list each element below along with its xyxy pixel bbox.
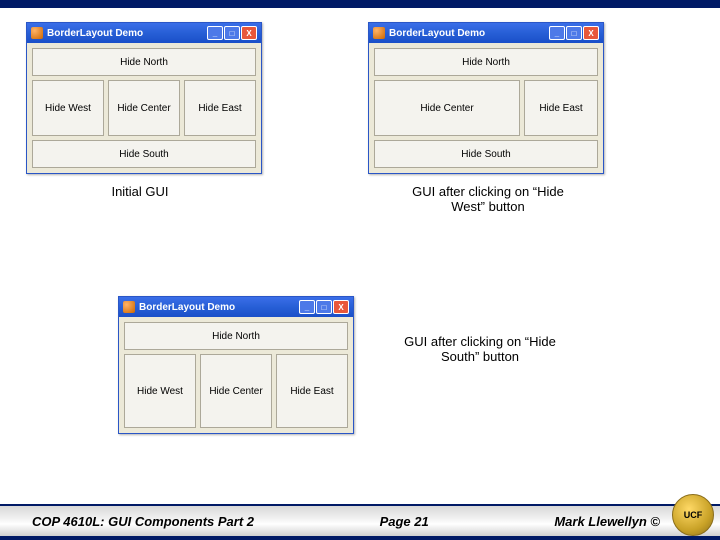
- close-icon[interactable]: X: [583, 26, 599, 40]
- window-controls: _ □ X: [549, 26, 599, 40]
- window-title: BorderLayout Demo: [139, 302, 299, 313]
- hide-center-button[interactable]: Hide Center: [108, 80, 180, 136]
- window-after-hide-west: BorderLayout Demo _ □ X Hide North Hide …: [368, 22, 604, 174]
- java-cup-icon: [123, 301, 135, 313]
- maximize-icon[interactable]: □: [224, 26, 240, 40]
- caption-after-south: GUI after clicking on “Hide South” butto…: [390, 334, 570, 364]
- hide-center-button[interactable]: Hide Center: [200, 354, 272, 428]
- hide-west-button[interactable]: Hide West: [124, 354, 196, 428]
- java-cup-icon: [31, 27, 43, 39]
- titlebar: BorderLayout Demo _ □ X: [27, 23, 261, 43]
- hide-east-button[interactable]: Hide East: [184, 80, 256, 136]
- hide-north-button[interactable]: Hide North: [124, 322, 348, 350]
- hide-west-button[interactable]: Hide West: [32, 80, 104, 136]
- footer-course: COP 4610L: GUI Components Part 2: [32, 514, 254, 529]
- window-controls: _ □ X: [207, 26, 257, 40]
- hide-north-button[interactable]: Hide North: [374, 48, 598, 76]
- logo-text: UCF: [684, 510, 703, 520]
- hide-center-button[interactable]: Hide Center: [374, 80, 520, 136]
- window-controls: _ □ X: [299, 300, 349, 314]
- minimize-icon[interactable]: _: [549, 26, 565, 40]
- client-area: Hide North Hide West Hide Center Hide Ea…: [27, 43, 261, 173]
- hide-east-button[interactable]: Hide East: [524, 80, 598, 136]
- hide-east-button[interactable]: Hide East: [276, 354, 348, 428]
- slide-body: BorderLayout Demo _ □ X Hide North Hide …: [0, 8, 720, 498]
- footer-page: Page 21: [254, 514, 554, 529]
- window-initial: BorderLayout Demo _ □ X Hide North Hide …: [26, 22, 262, 174]
- window-after-hide-south: BorderLayout Demo _ □ X Hide North Hide …: [118, 296, 354, 434]
- hide-south-button[interactable]: Hide South: [374, 140, 598, 168]
- caption-after-west: GUI after clicking on “Hide West” button: [398, 184, 578, 214]
- minimize-icon[interactable]: _: [207, 26, 223, 40]
- window-title: BorderLayout Demo: [47, 28, 207, 39]
- titlebar: BorderLayout Demo _ □ X: [369, 23, 603, 43]
- maximize-icon[interactable]: □: [566, 26, 582, 40]
- minimize-icon[interactable]: _: [299, 300, 315, 314]
- client-area: Hide North Hide Center Hide East Hide So…: [369, 43, 603, 173]
- maximize-icon[interactable]: □: [316, 300, 332, 314]
- window-title: BorderLayout Demo: [389, 28, 549, 39]
- client-area: Hide North Hide West Hide Center Hide Ea…: [119, 317, 353, 433]
- hide-north-button[interactable]: Hide North: [32, 48, 256, 76]
- ucf-logo-icon: UCF: [672, 494, 714, 536]
- java-cup-icon: [373, 27, 385, 39]
- caption-initial: Initial GUI: [80, 184, 200, 199]
- hide-south-button[interactable]: Hide South: [32, 140, 256, 168]
- close-icon[interactable]: X: [333, 300, 349, 314]
- footer-author: Mark Llewellyn ©: [554, 514, 660, 529]
- close-icon[interactable]: X: [241, 26, 257, 40]
- slide-footer: COP 4610L: GUI Components Part 2 Page 21…: [0, 504, 720, 538]
- titlebar: BorderLayout Demo _ □ X: [119, 297, 353, 317]
